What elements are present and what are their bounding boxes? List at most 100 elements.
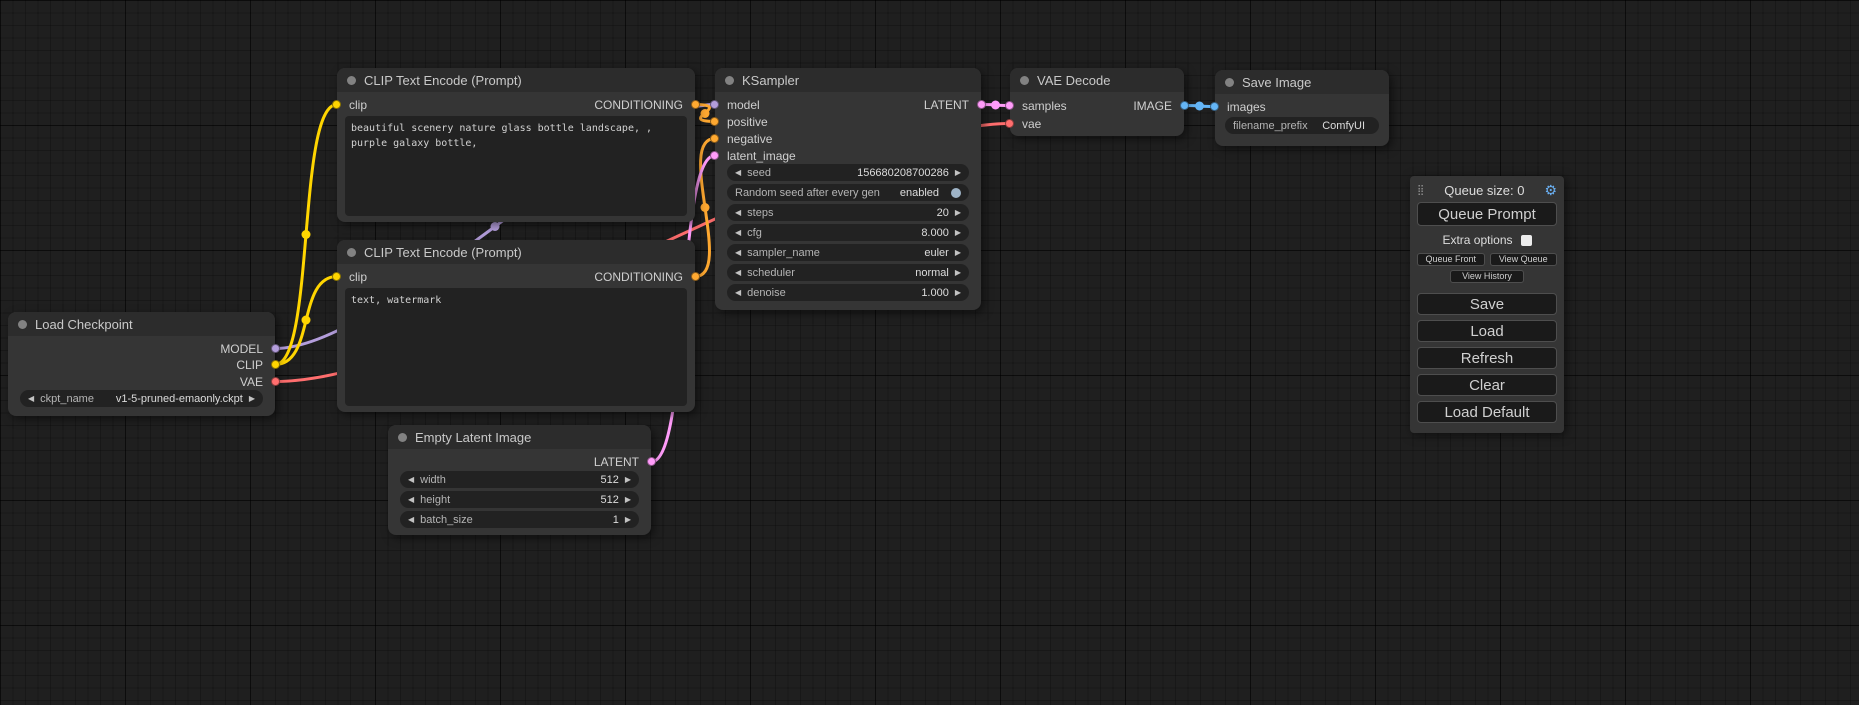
input-port-negative[interactable] (710, 134, 719, 143)
collapse-dot-icon[interactable] (725, 76, 734, 85)
decrement-arrow-icon[interactable]: ◀ (408, 496, 414, 504)
node-load-checkpoint[interactable]: Load Checkpoint MODEL CLIP VAE ◀ ckpt_na… (8, 312, 275, 416)
decrement-arrow-icon[interactable]: ◀ (735, 289, 741, 297)
widget-width[interactable]: ◀ width 512 ▶ (400, 471, 639, 488)
output-port-latent[interactable] (647, 457, 656, 466)
widget-batch-size[interactable]: ◀ batch_size 1 ▶ (400, 511, 639, 528)
increment-arrow-icon[interactable]: ▶ (955, 249, 961, 257)
input-port-vae[interactable] (1005, 119, 1014, 128)
widget-cfg[interactable]: ◀ cfg 8.000 ▶ (727, 224, 969, 241)
collapse-dot-icon[interactable] (1225, 78, 1234, 87)
queue-front-button[interactable]: Queue Front (1417, 253, 1485, 266)
input-port-latent-image[interactable] (710, 151, 719, 160)
decrement-arrow-icon[interactable]: ◀ (735, 229, 741, 237)
extra-options-checkbox[interactable] (1521, 235, 1532, 246)
node-graph-canvas[interactable]: Load Checkpoint MODEL CLIP VAE ◀ ckpt_na… (0, 0, 1859, 705)
decrement-arrow-icon[interactable]: ◀ (408, 476, 414, 484)
collapse-dot-icon[interactable] (347, 248, 356, 257)
widget-sampler-name[interactable]: ◀ sampler_name euler ▶ (727, 244, 969, 261)
node-title-bar[interactable]: CLIP Text Encode (Prompt) (337, 68, 695, 92)
increment-arrow-icon[interactable]: ▶ (625, 476, 631, 484)
output-port-conditioning[interactable] (691, 100, 700, 109)
node-save-image[interactable]: Save Image images filename_prefix ComfyU… (1215, 70, 1389, 146)
node-title-bar[interactable]: Save Image (1215, 70, 1389, 94)
load-default-button[interactable]: Load Default (1417, 401, 1557, 423)
wire-midpoint-dot[interactable] (302, 316, 311, 325)
refresh-button[interactable]: Refresh (1417, 347, 1557, 369)
increment-arrow-icon[interactable]: ▶ (955, 229, 961, 237)
widget-label: Random seed after every gen (735, 187, 880, 199)
queue-panel[interactable]: ⣿ Queue size: 0 ⚙ Queue Prompt Extra opt… (1410, 176, 1564, 433)
queue-prompt-button[interactable]: Queue Prompt (1417, 202, 1557, 226)
increment-arrow-icon[interactable]: ▶ (955, 169, 961, 177)
decrement-arrow-icon[interactable]: ◀ (735, 269, 741, 277)
queue-buttons-row: Queue Front View Queue (1417, 253, 1557, 266)
input-slot-positive: positive (727, 113, 768, 130)
wire-midpoint-dot[interactable] (491, 222, 500, 231)
output-port-model[interactable] (271, 344, 280, 353)
decrement-arrow-icon[interactable]: ◀ (735, 209, 741, 217)
widget-ckpt-name[interactable]: ◀ ckpt_name v1-5-pruned-emaonly.ckpt ▶ (20, 390, 263, 407)
widget-label: filename_prefix (1233, 120, 1308, 132)
collapse-dot-icon[interactable] (347, 76, 356, 85)
node-title-bar[interactable]: VAE Decode (1010, 68, 1184, 92)
node-vae-decode[interactable]: VAE Decode samples vae IMAGE (1010, 68, 1184, 136)
input-port-clip[interactable] (332, 100, 341, 109)
wire-midpoint-dot[interactable] (701, 109, 710, 118)
positive-prompt-textarea[interactable]: beautiful scenery nature glass bottle la… (345, 116, 687, 216)
node-title: VAE Decode (1037, 73, 1110, 88)
node-clip-text-encode-positive[interactable]: CLIP Text Encode (Prompt) clip CONDITION… (337, 68, 695, 222)
output-port-image[interactable] (1180, 101, 1189, 110)
node-empty-latent-image[interactable]: Empty Latent Image LATENT ◀ width 512 ▶ … (388, 425, 651, 535)
wire-midpoint-dot[interactable] (302, 230, 311, 239)
widget-denoise[interactable]: ◀ denoise 1.000 ▶ (727, 284, 969, 301)
widget-scheduler[interactable]: ◀ scheduler normal ▶ (727, 264, 969, 281)
decrement-arrow-icon[interactable]: ◀ (28, 395, 34, 403)
increment-arrow-icon[interactable]: ▶ (625, 496, 631, 504)
load-button[interactable]: Load (1417, 320, 1557, 342)
input-port-positive[interactable] (710, 117, 719, 126)
wire-midpoint-dot[interactable] (701, 203, 710, 212)
input-port-model[interactable] (710, 100, 719, 109)
node-title-bar[interactable]: Load Checkpoint (8, 312, 275, 336)
output-port-latent[interactable] (977, 100, 986, 109)
settings-gear-icon[interactable]: ⚙ (1544, 182, 1557, 199)
wire-midpoint-dot[interactable] (1195, 102, 1204, 111)
collapse-dot-icon[interactable] (18, 320, 27, 329)
output-port-vae[interactable] (271, 377, 280, 386)
widget-steps[interactable]: ◀ steps 20 ▶ (727, 204, 969, 221)
output-port-clip[interactable] (271, 360, 280, 369)
view-queue-button[interactable]: View Queue (1490, 253, 1558, 266)
widget-height[interactable]: ◀ height 512 ▶ (400, 491, 639, 508)
node-ksampler[interactable]: KSampler model positive negative latent_… (715, 68, 981, 310)
decrement-arrow-icon[interactable]: ◀ (408, 516, 414, 524)
input-slot-clip: clip (349, 268, 367, 285)
increment-arrow-icon[interactable]: ▶ (955, 269, 961, 277)
drag-handle-icon[interactable]: ⣿ (1417, 185, 1424, 196)
node-clip-text-encode-negative[interactable]: CLIP Text Encode (Prompt) clip CONDITION… (337, 240, 695, 412)
view-history-button[interactable]: View History (1450, 270, 1524, 283)
input-port-clip[interactable] (332, 272, 341, 281)
toggle-knob-icon[interactable] (951, 188, 961, 198)
increment-arrow-icon[interactable]: ▶ (625, 516, 631, 524)
widget-random-seed-toggle[interactable]: Random seed after every gen enabled (727, 184, 969, 201)
increment-arrow-icon[interactable]: ▶ (955, 209, 961, 217)
widget-filename-prefix[interactable]: filename_prefix ComfyUI (1225, 117, 1379, 134)
decrement-arrow-icon[interactable]: ◀ (735, 169, 741, 177)
input-port-samples[interactable] (1005, 101, 1014, 110)
widget-seed[interactable]: ◀ seed 156680208700286 ▶ (727, 164, 969, 181)
clear-button[interactable]: Clear (1417, 374, 1557, 396)
collapse-dot-icon[interactable] (398, 433, 407, 442)
input-port-images[interactable] (1210, 102, 1219, 111)
negative-prompt-textarea[interactable]: text, watermark (345, 288, 687, 406)
collapse-dot-icon[interactable] (1020, 76, 1029, 85)
decrement-arrow-icon[interactable]: ◀ (735, 249, 741, 257)
increment-arrow-icon[interactable]: ▶ (249, 395, 255, 403)
increment-arrow-icon[interactable]: ▶ (955, 289, 961, 297)
node-title-bar[interactable]: KSampler (715, 68, 981, 92)
node-title-bar[interactable]: Empty Latent Image (388, 425, 651, 449)
wire-midpoint-dot[interactable] (991, 101, 1000, 110)
output-port-conditioning[interactable] (691, 272, 700, 281)
node-title-bar[interactable]: CLIP Text Encode (Prompt) (337, 240, 695, 264)
save-button[interactable]: Save (1417, 293, 1557, 315)
